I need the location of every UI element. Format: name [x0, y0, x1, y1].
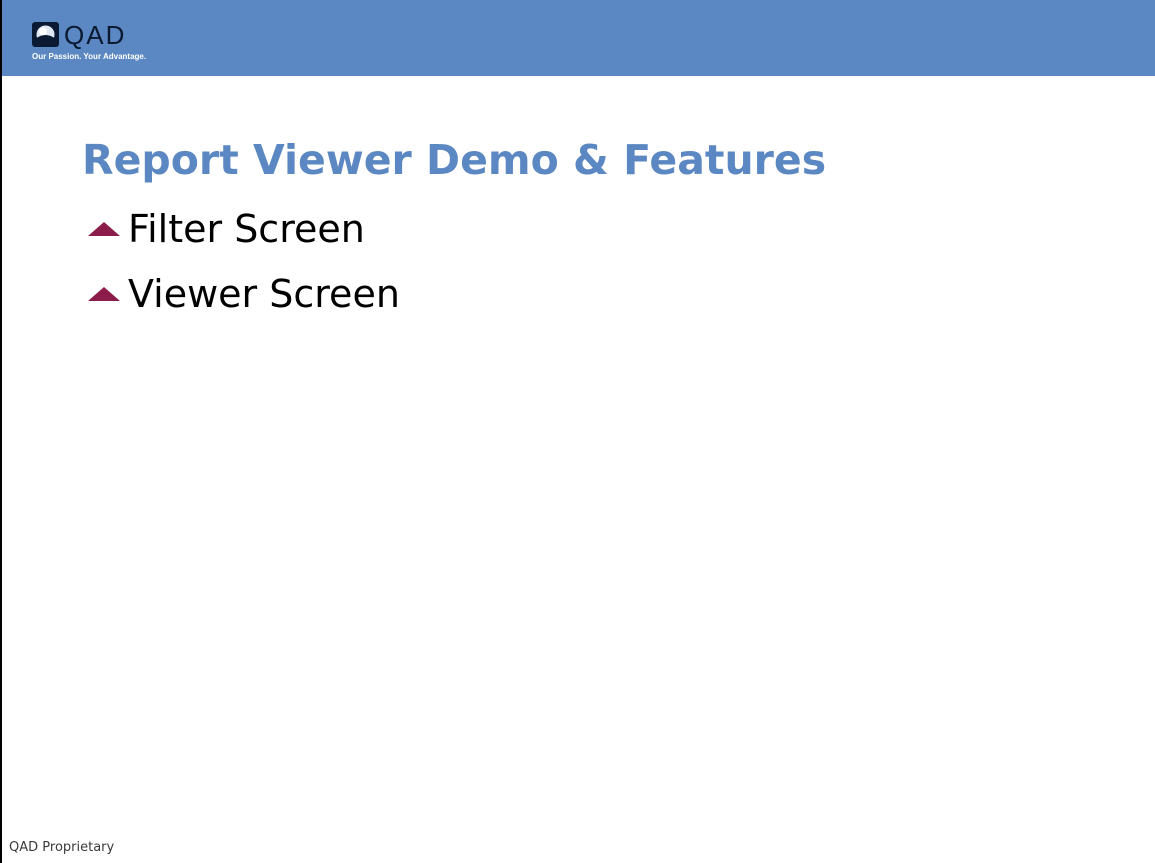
slide: QAD Our Passion. Your Advantage. Report … — [0, 0, 1155, 863]
logo-wordmark: QAD — [64, 20, 127, 50]
header-bar: QAD Our Passion. Your Advantage. — [2, 0, 1155, 76]
footer-proprietary: QAD Proprietary — [9, 840, 115, 855]
bullet-item-filter-screen: Filter Screen — [88, 200, 400, 265]
bullet-label: Filter Screen — [128, 207, 365, 251]
logo-tagline: Our Passion. Your Advantage. — [32, 52, 147, 61]
bullet-item-viewer-screen: Viewer Screen — [88, 265, 400, 330]
qad-globe-logo-icon — [32, 22, 59, 47]
triangle-bullet-icon — [88, 287, 120, 301]
triangle-bullet-icon — [88, 222, 120, 236]
bullet-list: Filter Screen Viewer Screen — [88, 200, 400, 330]
bullet-label: Viewer Screen — [128, 272, 400, 316]
qad-logo: QAD Our Passion. Your Advantage. — [32, 20, 192, 68]
slide-title: Report Viewer Demo & Features — [82, 136, 827, 184]
